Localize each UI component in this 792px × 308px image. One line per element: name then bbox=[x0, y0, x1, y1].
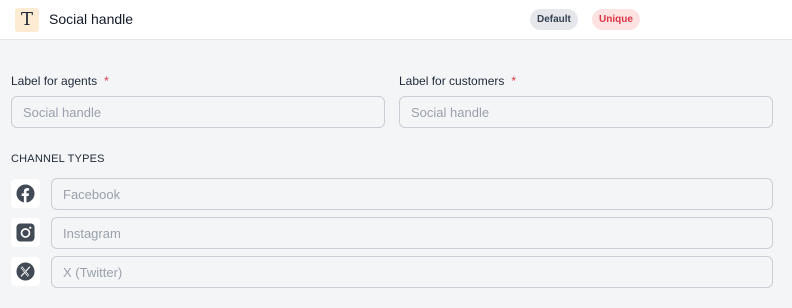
text-type-icon: T bbox=[15, 8, 39, 32]
agents-label-input[interactable] bbox=[11, 96, 385, 128]
facebook-handle-input[interactable] bbox=[51, 178, 773, 210]
customers-label-input[interactable] bbox=[399, 96, 773, 128]
text-type-glyph: T bbox=[20, 9, 33, 30]
facebook-icon bbox=[11, 179, 40, 208]
unique-badge: Unique bbox=[592, 9, 640, 30]
default-badge: Default bbox=[530, 9, 578, 30]
agents-label: Label for agents * bbox=[11, 74, 109, 88]
channel-types-heading: CHANNEL TYPES bbox=[11, 153, 105, 165]
agents-label-text: Label for agents bbox=[11, 74, 98, 88]
x-twitter-icon bbox=[11, 257, 40, 286]
instagram-handle-input[interactable] bbox=[51, 217, 773, 249]
field-header: T Social handle Default Unique bbox=[0, 0, 792, 40]
customers-label: Label for customers * bbox=[399, 74, 516, 88]
required-marker: * bbox=[104, 74, 109, 88]
x-twitter-handle-input[interactable] bbox=[51, 256, 773, 288]
field-title: Social handle bbox=[49, 11, 134, 27]
customers-label-text: Label for customers bbox=[399, 74, 505, 88]
instagram-icon bbox=[11, 218, 40, 247]
required-marker: * bbox=[511, 74, 517, 88]
